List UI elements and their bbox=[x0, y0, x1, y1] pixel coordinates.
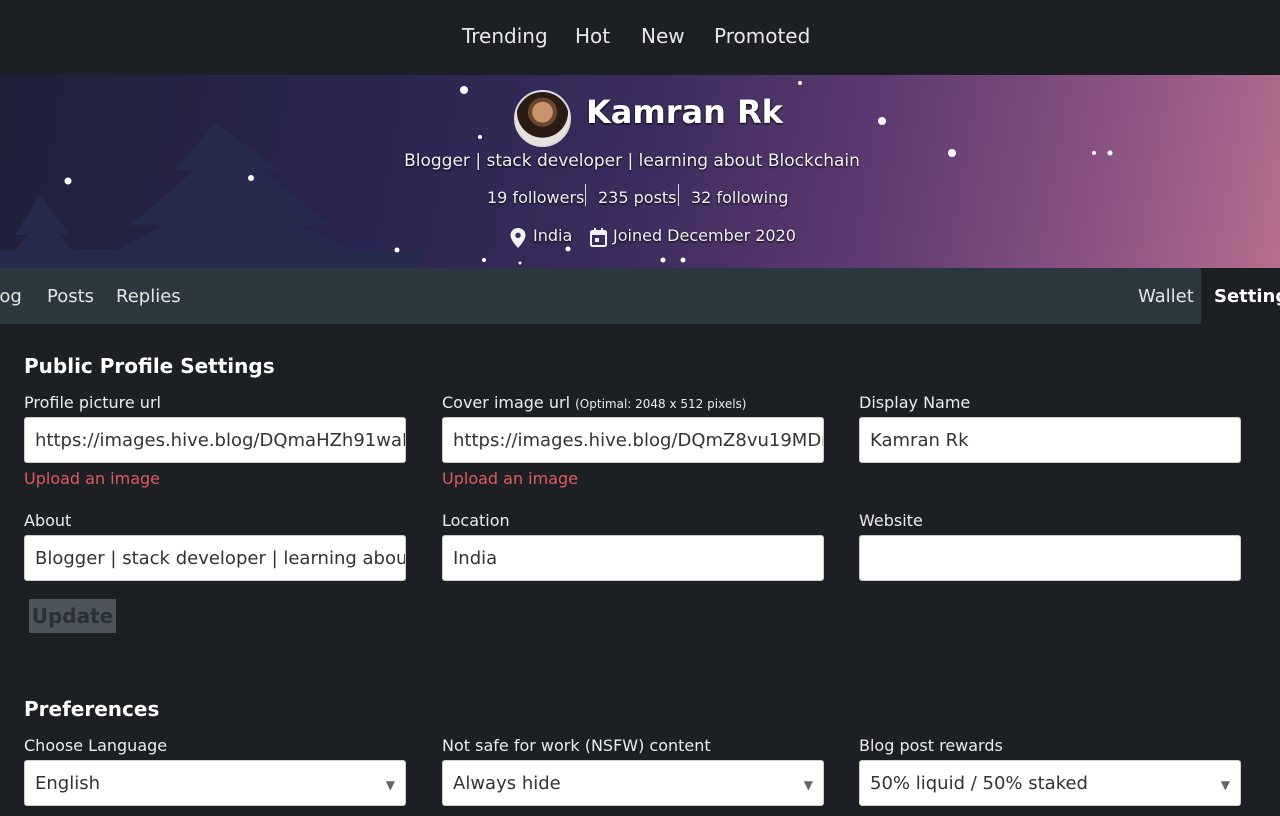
stats-divider bbox=[585, 184, 586, 206]
language-select[interactable]: English ▼ bbox=[24, 760, 406, 806]
website-label: Website bbox=[859, 511, 923, 530]
upload-cover-image-link[interactable]: Upload an image bbox=[442, 469, 578, 488]
language-select-value: English bbox=[35, 773, 100, 794]
avatar[interactable] bbox=[514, 90, 571, 147]
nav-hot[interactable]: Hot bbox=[575, 24, 610, 48]
rewards-select-value: 50% liquid / 50% staked bbox=[870, 773, 1088, 794]
tab-settings[interactable]: Settings bbox=[1214, 286, 1280, 307]
profile-picture-label: Profile picture url bbox=[24, 393, 161, 412]
profile-joined-date: Joined December 2020 bbox=[613, 226, 796, 245]
calendar-icon bbox=[590, 228, 607, 247]
profile-name: Kamran Rk bbox=[586, 93, 783, 131]
nav-trending[interactable]: Trending bbox=[462, 24, 548, 48]
cover-image-input[interactable]: https://images.hive.blog/DQmZ8vu19MDnms bbox=[442, 417, 824, 463]
profile-about: Blogger | stack developer | learning abo… bbox=[404, 151, 860, 171]
stats-divider bbox=[678, 184, 679, 206]
map-pin-icon bbox=[510, 228, 526, 248]
chevron-down-icon: ▼ bbox=[385, 778, 395, 792]
nsfw-label: Not safe for work (NSFW) content bbox=[442, 736, 711, 755]
language-label: Choose Language bbox=[24, 736, 168, 755]
display-name-input[interactable]: Kamran Rk bbox=[859, 417, 1241, 463]
tab-replies[interactable]: Replies bbox=[116, 286, 181, 307]
following-count[interactable]: 32 following bbox=[691, 188, 788, 207]
display-name-label: Display Name bbox=[859, 393, 971, 412]
public-profile-heading: Public Profile Settings bbox=[24, 354, 275, 378]
upload-profile-image-link[interactable]: Upload an image bbox=[24, 469, 160, 488]
cover-image-hint: (Optimal: 2048 x 512 pixels) bbox=[575, 397, 747, 411]
location-input[interactable]: India bbox=[442, 535, 824, 581]
rewards-label: Blog post rewards bbox=[859, 736, 1003, 755]
tab-posts[interactable]: Posts bbox=[47, 286, 94, 307]
rewards-select[interactable]: 50% liquid / 50% staked ▼ bbox=[859, 760, 1241, 806]
nav-promoted[interactable]: Promoted bbox=[714, 24, 810, 48]
profile-tabs: Blog Posts Replies Wallet Settings bbox=[0, 268, 1280, 324]
about-label: About bbox=[24, 511, 72, 530]
profile-cover: Kamran Rk Blogger | stack developer | le… bbox=[0, 75, 1280, 268]
nsfw-select[interactable]: Always hide ▼ bbox=[442, 760, 824, 806]
nav-new[interactable]: New bbox=[641, 24, 685, 48]
tab-blog[interactable]: Blog bbox=[0, 286, 22, 307]
nsfw-select-value: Always hide bbox=[453, 773, 561, 794]
profile-location: India bbox=[533, 226, 573, 245]
update-button[interactable]: Update bbox=[29, 599, 116, 633]
cover-image-label-text: Cover image url bbox=[442, 393, 571, 412]
followers-count[interactable]: 19 followers bbox=[487, 188, 584, 207]
website-input[interactable] bbox=[859, 535, 1241, 581]
location-label: Location bbox=[442, 511, 510, 530]
chevron-down-icon: ▼ bbox=[803, 778, 813, 792]
top-nav: Trending Hot New Promoted bbox=[0, 0, 1280, 75]
tab-wallet[interactable]: Wallet bbox=[1138, 286, 1194, 307]
profile-picture-input[interactable]: https://images.hive.blog/DQmaHZh91waF52t bbox=[24, 417, 406, 463]
posts-count: 235 posts bbox=[598, 188, 677, 207]
chevron-down-icon: ▼ bbox=[1220, 778, 1230, 792]
preferences-heading: Preferences bbox=[24, 697, 160, 721]
cover-image-label: Cover image url (Optimal: 2048 x 512 pix… bbox=[442, 393, 746, 412]
about-input[interactable]: Blogger | stack developer | learning abo… bbox=[24, 535, 406, 581]
